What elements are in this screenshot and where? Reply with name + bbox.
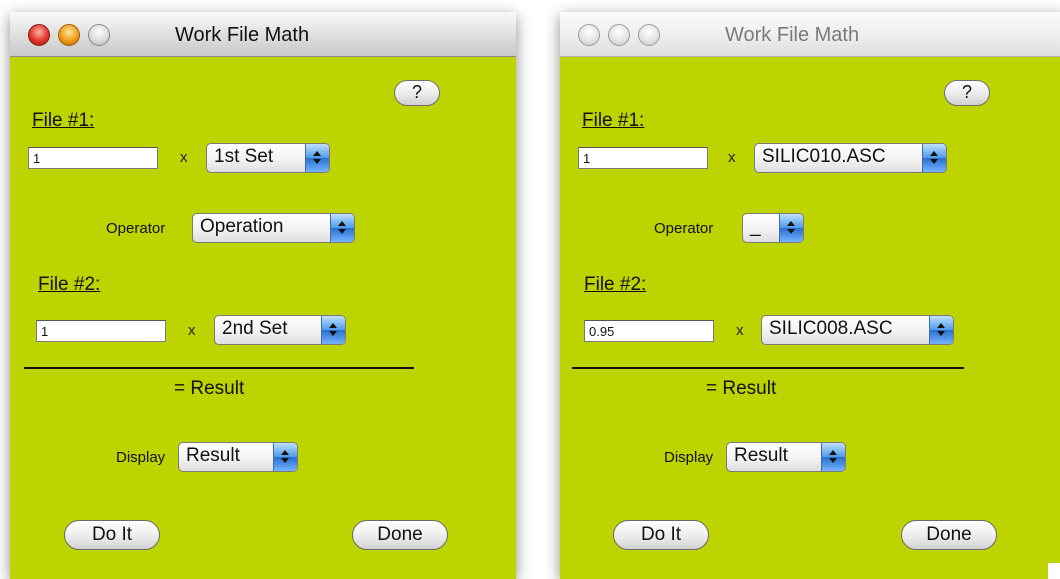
file1-label: File #1: [582,110,645,131]
file2-set-value: 2nd Set [222,318,288,339]
work-file-math-window: Work File Math ? File #1: x SILIC010.ASC… [560,12,1060,579]
file2-factor-input[interactable] [584,320,714,342]
file1-multiply-sign: x [728,149,736,166]
display-popup[interactable]: Result [178,442,298,472]
operator-value: Operation [200,216,284,237]
popup-arrows-icon [821,443,845,471]
minimize-icon[interactable] [608,24,630,46]
popup-arrows-icon [305,144,329,172]
display-value: Result [734,445,788,466]
file2-multiply-sign: x [188,322,196,339]
file1-set-popup[interactable]: 1st Set [206,143,330,173]
file2-multiply-sign: x [736,322,744,339]
popup-arrows-icon [273,443,297,471]
file2-label: File #2: [584,274,647,295]
display-popup[interactable]: Result [726,442,846,472]
file2-label: File #2: [38,274,101,295]
done-button[interactable]: Done [901,520,997,550]
display-label: Display [116,449,166,466]
operator-popup[interactable]: Operation [192,213,355,243]
file2-set-popup[interactable]: SILIC008.ASC [761,315,954,345]
operator-value: _ [750,216,761,237]
result-divider [572,367,964,369]
minimize-icon[interactable] [58,24,80,46]
done-button[interactable]: Done [352,520,448,550]
help-button[interactable]: ? [394,80,440,106]
display-value: Result [186,445,240,466]
popup-arrows-icon [929,316,953,344]
popup-arrows-icon [330,214,354,242]
file1-factor-input[interactable] [578,147,708,169]
file2-set-value: SILIC008.ASC [769,318,893,339]
popup-arrows-icon [922,144,946,172]
do-it-button[interactable]: Do It [64,520,160,550]
display-label: Display [664,449,714,466]
result-divider [24,367,414,369]
file2-set-popup[interactable]: 2nd Set [214,315,346,345]
close-icon[interactable] [578,24,600,46]
do-it-button[interactable]: Do It [613,520,709,550]
zoom-icon[interactable] [88,24,110,46]
popup-arrows-icon [779,214,803,242]
help-button[interactable]: ? [944,80,990,106]
close-icon[interactable] [28,24,50,46]
file1-multiply-sign: x [180,149,188,166]
work-file-math-window: Work File Math ? File #1: x 1st Set Oper… [10,12,516,579]
operator-label: Operator [654,220,714,237]
file1-set-popup[interactable]: SILIC010.ASC [754,143,947,173]
result-label: = Result [174,378,245,399]
file1-set-value: 1st Set [214,146,274,167]
resize-corner[interactable] [1048,563,1060,579]
operator-label: Operator [106,220,166,237]
operator-popup[interactable]: _ [742,213,804,243]
file1-label: File #1: [32,110,95,131]
file1-factor-input[interactable] [28,147,158,169]
zoom-icon[interactable] [638,24,660,46]
file2-factor-input[interactable] [36,320,166,342]
window-title: Work File Math [175,24,310,46]
popup-arrows-icon [321,316,345,344]
result-label: = Result [706,378,777,399]
title-bar[interactable]: Work File Math [10,12,516,57]
window-title: Work File Math [725,24,860,46]
file1-set-value: SILIC010.ASC [762,146,886,167]
title-bar[interactable]: Work File Math [560,12,1060,57]
